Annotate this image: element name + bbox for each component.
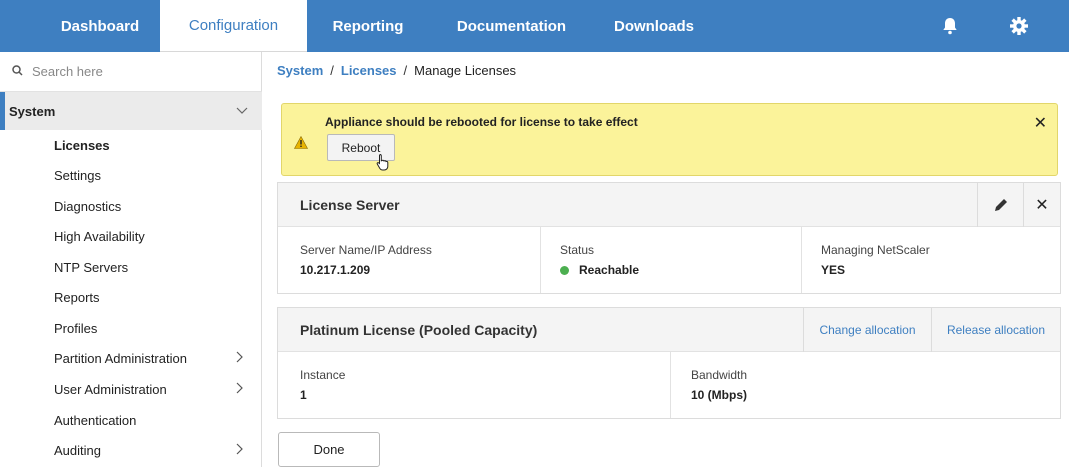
sidebar-item-partition-administration[interactable]: Partition Administration	[54, 343, 254, 373]
sidebar: Search here System Licenses Settings Dia…	[0, 52, 262, 467]
field-value: 1	[300, 388, 307, 402]
sidebar-item-user-administration[interactable]: User Administration	[54, 374, 254, 404]
field-value: Reachable	[579, 263, 640, 277]
reboot-alert: Appliance should be rebooted for license…	[281, 103, 1058, 176]
sidebar-item-authentication[interactable]: Authentication	[54, 405, 254, 435]
search-placeholder: Search here	[32, 64, 103, 79]
tab-downloads[interactable]: Downloads	[594, 0, 714, 52]
sidebar-item-licenses[interactable]: Licenses	[54, 130, 254, 160]
top-nav: Dashboard Configuration Reporting Docume…	[0, 0, 1069, 52]
search-icon	[12, 64, 32, 79]
bell-icon[interactable]	[930, 0, 970, 52]
sidebar-item-label: Diagnostics	[54, 198, 122, 214]
field-value: 10 (Mbps)	[691, 388, 748, 402]
platinum-license-body: Instance 1 Bandwidth 10 (Mbps)	[278, 352, 1060, 418]
chevron-right-icon	[236, 442, 244, 458]
bandwidth-field: Bandwidth 10 (Mbps)	[691, 352, 747, 418]
field-value: YES	[821, 263, 846, 277]
field-label: Instance	[300, 368, 346, 382]
field-value: 10.217.1.209	[300, 263, 371, 277]
sidebar-item-settings[interactable]: Settings	[54, 160, 254, 190]
license-server-header: License Server ✕	[278, 183, 1060, 227]
sidebar-section-label: System	[9, 103, 56, 119]
sidebar-item-ntp-servers[interactable]: NTP Servers	[54, 252, 254, 282]
sidebar-item-reports[interactable]: Reports	[54, 282, 254, 312]
sidebar-item-label: Authentication	[54, 412, 137, 428]
sidebar-item-label: NTP Servers	[54, 259, 129, 275]
done-button[interactable]: Done	[278, 432, 380, 467]
breadcrumb-separator: /	[403, 63, 408, 78]
chevron-right-icon	[236, 350, 244, 366]
divider	[540, 227, 541, 293]
sidebar-item-label: User Administration	[54, 381, 167, 397]
sidebar-item-label: High Availability	[54, 228, 145, 244]
status-value: Reachable	[560, 263, 639, 277]
field-label: Status	[560, 243, 595, 257]
tab-configuration[interactable]: Configuration	[160, 0, 307, 52]
search-input[interactable]: Search here	[0, 52, 262, 92]
chevron-right-icon	[236, 381, 244, 397]
sidebar-item-label: Partition Administration	[54, 350, 187, 366]
server-name-field: Server Name/IP Address 10.217.1.209	[300, 227, 432, 293]
breadcrumb-current: Manage Licenses	[414, 63, 517, 78]
edit-icon[interactable]	[977, 183, 1023, 227]
status-dot-icon	[560, 265, 569, 275]
chevron-down-icon	[236, 104, 248, 118]
sidebar-section-system[interactable]: System	[0, 92, 262, 130]
platinum-license-title: Platinum License (Pooled Capacity)	[300, 321, 538, 338]
breadcrumb-system[interactable]: System	[277, 63, 323, 78]
breadcrumb-licenses[interactable]: Licenses	[341, 63, 397, 78]
license-server-card: License Server ✕ Server Name/IP Address …	[277, 182, 1061, 294]
gear-icon[interactable]	[999, 0, 1039, 52]
alert-message: Appliance should be rebooted for license…	[325, 115, 638, 129]
divider	[801, 227, 802, 293]
platinum-license-header: Platinum License (Pooled Capacity) Chang…	[278, 308, 1060, 352]
release-allocation-link[interactable]: Release allocation	[931, 308, 1060, 352]
close-icon[interactable]: ✕	[1023, 183, 1060, 227]
warning-icon	[293, 135, 309, 149]
close-icon[interactable]: ✕	[1034, 113, 1047, 133]
field-label: Bandwidth	[691, 368, 748, 382]
license-server-title: License Server	[300, 196, 400, 213]
tab-documentation[interactable]: Documentation	[429, 0, 594, 52]
platinum-license-card: Platinum License (Pooled Capacity) Chang…	[277, 307, 1061, 419]
managing-netscaler-field: Managing NetScaler YES	[821, 227, 930, 293]
tab-reporting[interactable]: Reporting	[307, 0, 429, 52]
sidebar-item-label: Profiles	[54, 320, 98, 336]
hand-cursor-icon	[375, 153, 391, 176]
license-server-body: Server Name/IP Address 10.217.1.209 Stat…	[278, 227, 1060, 293]
sidebar-item-label: Settings	[54, 167, 101, 183]
tab-dashboard[interactable]: Dashboard	[40, 0, 160, 52]
change-allocation-link[interactable]: Change allocation	[803, 308, 931, 352]
breadcrumb: System / Licenses / Manage Licenses	[277, 63, 516, 78]
instance-field: Instance 1	[300, 352, 345, 418]
sidebar-item-label: Licenses	[54, 137, 110, 153]
field-label: Server Name/IP Address	[300, 243, 432, 257]
field-label: Managing NetScaler	[821, 243, 930, 257]
sidebar-item-high-availability[interactable]: High Availability	[54, 221, 254, 251]
sidebar-item-diagnostics[interactable]: Diagnostics	[54, 191, 254, 221]
status-field: Status Reachable	[560, 227, 639, 293]
divider	[670, 352, 671, 418]
sidebar-item-label: Reports	[54, 289, 100, 305]
breadcrumb-separator: /	[330, 63, 334, 78]
sidebar-item-profiles[interactable]: Profiles	[54, 313, 254, 343]
sidebar-item-label: Auditing	[54, 442, 101, 458]
sidebar-item-auditing[interactable]: Auditing	[54, 435, 254, 465]
